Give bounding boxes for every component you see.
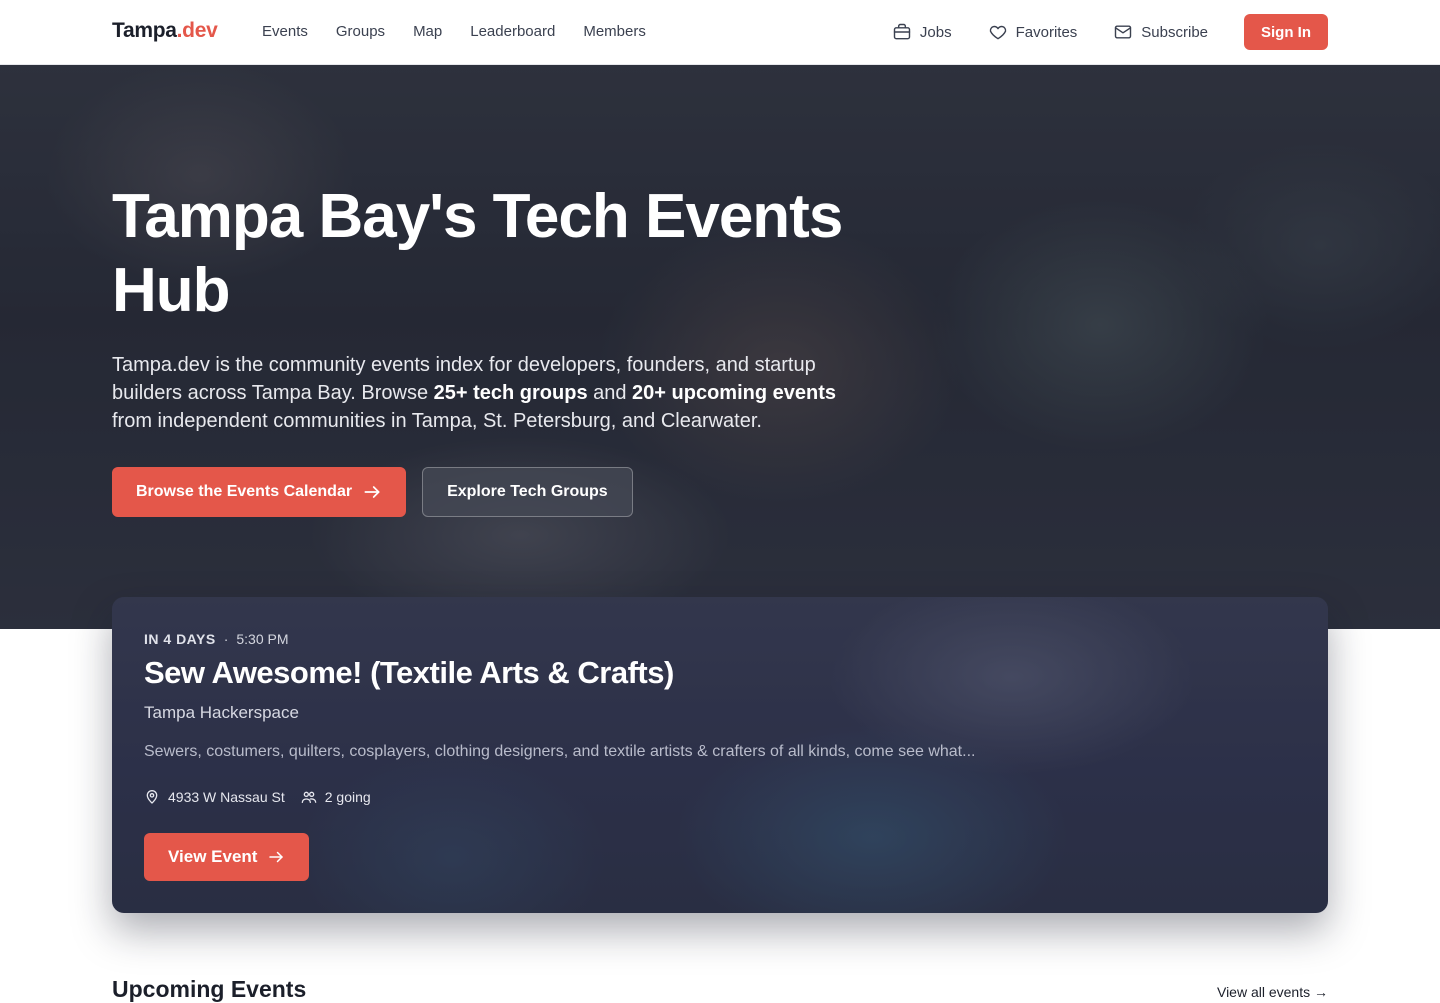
heart-icon bbox=[989, 25, 1006, 40]
top-navigation: Tampa.dev Events Groups Map Leaderboard … bbox=[0, 0, 1440, 65]
view-all-events-link[interactable]: View all events → bbox=[1217, 984, 1328, 1000]
arrow-right-icon bbox=[269, 851, 284, 863]
nav-actions: Jobs Favorites Subscribe Sign In bbox=[892, 14, 1328, 50]
hero-title: Tampa Bay's Tech Events Hub bbox=[112, 182, 843, 325]
brand-main: Tampa bbox=[112, 19, 177, 42]
jobs-link[interactable]: Jobs bbox=[892, 14, 952, 50]
jobs-label: Jobs bbox=[919, 23, 952, 41]
nav-link-members[interactable]: Members bbox=[583, 23, 646, 40]
sign-in-button[interactable]: Sign In bbox=[1244, 14, 1328, 50]
browse-events-calendar-button[interactable]: Browse the Events Calendar bbox=[112, 467, 407, 517]
brand-logo[interactable]: Tampa.dev bbox=[112, 19, 218, 43]
featured-event-description: Sewers, costumers, quilters, cosplayers,… bbox=[144, 743, 976, 760]
subscribe-link[interactable]: Subscribe bbox=[1113, 14, 1208, 50]
featured-event-organizer: Tampa Hackerspace bbox=[144, 703, 299, 722]
hero-desc-part2: and bbox=[587, 382, 633, 404]
favorites-label: Favorites bbox=[1015, 23, 1078, 41]
nav-link-leaderboard[interactable]: Leaderboard bbox=[470, 23, 555, 40]
event-address: 4933 W Nassau St bbox=[168, 789, 285, 805]
hero-desc-groups-count: 25+ tech groups bbox=[433, 382, 588, 404]
event-attendance: 2 going bbox=[301, 789, 371, 805]
brand-accent: .dev bbox=[176, 19, 218, 42]
hero-section: Tampa Bay's Tech Events Hub Tampa.dev is… bbox=[0, 65, 1440, 629]
hero-description: Tampa.dev is the community events index … bbox=[112, 351, 872, 435]
hero-buttons: Browse the Events Calendar Explore Tech … bbox=[112, 467, 633, 517]
hero-background-photo bbox=[0, 65, 1440, 629]
people-icon bbox=[301, 791, 317, 803]
explore-tech-groups-button[interactable]: Explore Tech Groups bbox=[422, 467, 633, 517]
nav-link-events[interactable]: Events bbox=[262, 23, 308, 40]
event-going-count: 2 going bbox=[324, 789, 371, 805]
featured-event-when: IN 4 DAYS bbox=[144, 631, 216, 647]
hero-desc-part3: from independent communities in Tampa, S… bbox=[112, 410, 762, 432]
nav-link-map[interactable]: Map bbox=[413, 23, 442, 40]
mail-icon bbox=[1115, 25, 1132, 39]
nav-links: Events Groups Map Leaderboard Members bbox=[262, 23, 646, 40]
nav-link-groups[interactable]: Groups bbox=[336, 23, 385, 40]
favorites-link[interactable]: Favorites bbox=[988, 14, 1078, 50]
event-location: 4933 W Nassau St bbox=[144, 789, 285, 805]
view-event-label: View Event bbox=[168, 847, 258, 866]
hero-desc-events-count: 20+ upcoming events bbox=[632, 382, 837, 404]
briefcase-icon bbox=[893, 23, 911, 40]
upcoming-events-heading: Upcoming Events bbox=[112, 976, 307, 1002]
featured-event-time: 5:30 PM bbox=[236, 631, 289, 647]
browse-events-label: Browse the Events Calendar bbox=[136, 483, 353, 500]
featured-event-card[interactable]: IN 4 DAYS · 5:30 PM Sew Awesome! (Textil… bbox=[112, 597, 1328, 913]
arrow-right-icon bbox=[364, 486, 380, 498]
map-pin-icon bbox=[146, 790, 158, 804]
featured-event-meta: IN 4 DAYS · 5:30 PM bbox=[144, 631, 289, 647]
featured-event-title[interactable]: Sew Awesome! (Textile Arts & Crafts) bbox=[144, 655, 674, 691]
subscribe-label: Subscribe bbox=[1141, 23, 1208, 41]
meta-separator: · bbox=[223, 631, 229, 647]
view-event-button[interactable]: View Event bbox=[144, 833, 310, 881]
featured-event-info: 4933 W Nassau St 2 going bbox=[144, 789, 371, 805]
